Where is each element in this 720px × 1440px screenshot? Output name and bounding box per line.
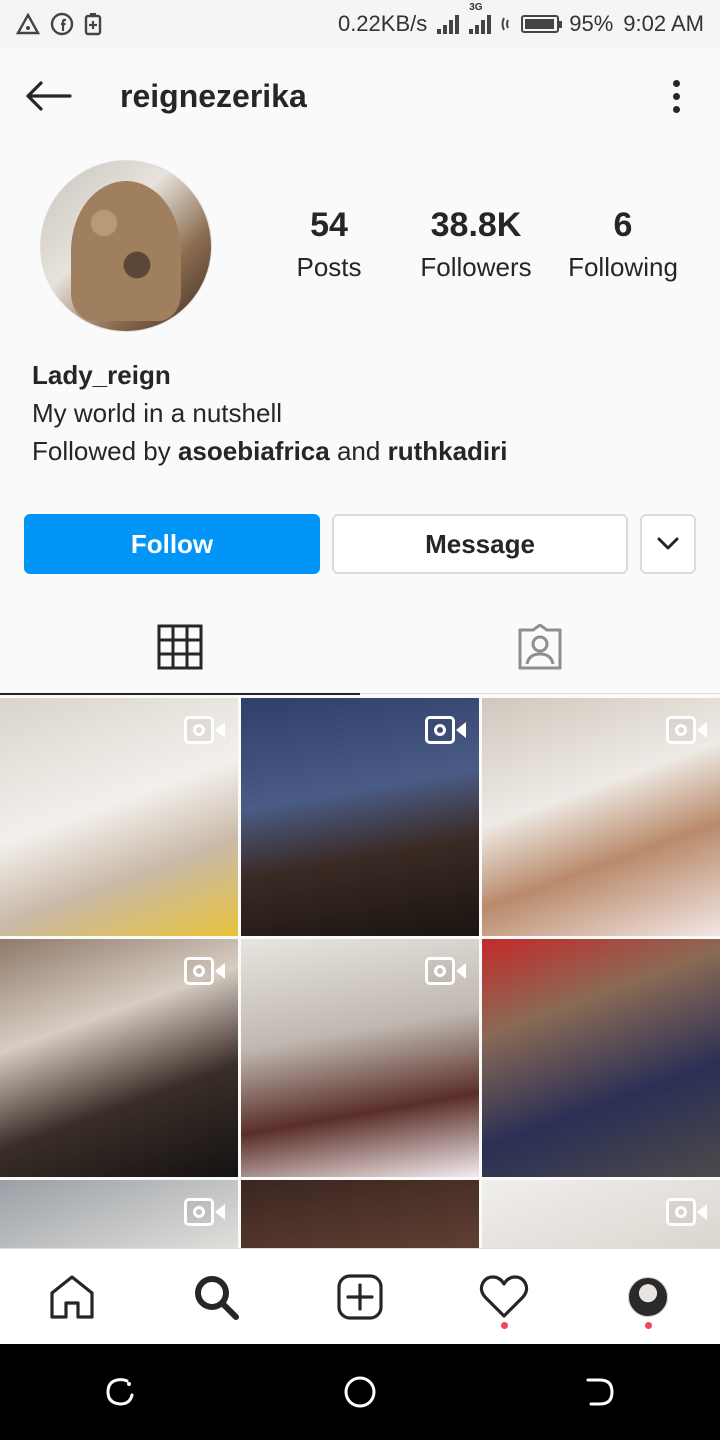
post-thumbnail[interactable] [241,698,479,936]
stat-posts-count: 54 [310,206,348,244]
video-camera-icon [425,957,467,985]
stat-posts[interactable]: 54 Posts [256,205,402,289]
recents-icon [106,1378,134,1406]
followed-by-user-2[interactable]: ruthkadiri [388,436,508,466]
video-camera-icon [184,957,226,985]
video-camera-icon [425,716,467,744]
suggested-dropdown-button[interactable] [640,514,696,574]
facebook-icon [50,12,74,36]
profile-avatar-small [628,1276,668,1317]
profile-bio: Lady_reign My world in a nutshell Follow… [32,356,692,470]
status-icons-left [16,12,102,36]
video-camera-icon [184,1198,226,1226]
post-thumbnail[interactable] [482,698,720,936]
more-vertical-icon [672,79,680,87]
signal-3g-icon: 3G [469,2,492,34]
followed-by[interactable]: Followed by asoebiafrica and ruthkadiri [32,432,692,470]
battery-icon [521,15,563,33]
signal-icon [437,14,460,34]
stat-following-count: 6 [613,206,633,244]
video-camera-icon [666,716,708,744]
clock: 9:02 AM [623,11,704,36]
profile-username: reignezerika [120,77,307,114]
recents-button[interactable] [80,1352,160,1432]
post-thumbnail[interactable] [0,698,238,936]
post-thumbnail[interactable] [482,939,720,1177]
heart-icon [479,1274,529,1318]
stat-followers-count: 38.8K [430,206,522,244]
circle-home-icon [344,1376,376,1408]
alert-triangle-icon [16,13,40,35]
network-speed: 0.22KB/s [337,11,428,36]
follow-button[interactable]: Follow [24,514,320,574]
bio-text: My world in a nutshell [32,398,282,428]
stat-followers[interactable]: 38.8K Followers [403,205,549,289]
activity-notification-dot [501,1321,508,1329]
nav-activity[interactable] [464,1257,544,1337]
home-button[interactable] [320,1352,400,1432]
followed-by-and: and [336,436,381,466]
nav-home[interactable] [32,1257,112,1337]
video-camera-icon [184,716,226,744]
stat-followers-label: Followers [420,252,532,282]
avatar-photo [71,181,181,321]
profile-notification-dot [645,1321,652,1329]
tab-tagged[interactable] [360,600,720,694]
back-system-button[interactable] [560,1352,640,1432]
search-icon [195,1275,239,1320]
post-thumbnail[interactable] [482,1180,720,1250]
tagged-icon [518,624,562,670]
screen: 0.22KB/s 3G 95% 9:02 AM reignezerika 54 … [0,0,720,1440]
back-button[interactable] [24,72,72,120]
system-navigation-bar [0,1344,720,1440]
nav-new-post[interactable] [320,1257,400,1337]
post-thumbnail[interactable] [0,1180,238,1250]
stat-posts-label: Posts [296,252,362,282]
tab-grid[interactable] [0,600,360,695]
vibrate-icon [501,17,510,31]
video-camera-icon [666,1198,708,1226]
posts-grid [0,698,720,1250]
profile-header: reignezerika [0,48,720,144]
profile-tabs [0,600,720,695]
bottom-navigation [0,1248,720,1344]
nav-profile[interactable] [608,1257,688,1337]
battery-fill [525,19,554,29]
profile-stats: 54 Posts 38.8K Followers 6 Following [256,205,696,289]
grid-icon [157,624,203,670]
nav-search[interactable] [176,1257,256,1337]
profile-avatar[interactable] [40,160,212,332]
battery-percent: 95% [569,11,614,36]
message-button[interactable]: Message [332,514,628,574]
status-icons-right: 0.22KB/s 3G 95% 9:02 AM [337,2,704,37]
home-icon [50,1274,94,1319]
status-bar: 0.22KB/s 3G 95% 9:02 AM [0,0,720,48]
post-thumbnail[interactable] [0,939,238,1177]
battery-saver-icon [84,13,102,36]
more-options-button[interactable] [656,72,696,120]
post-thumbnail[interactable] [241,1180,479,1250]
stat-following-label: Following [568,252,678,282]
profile-actions: Follow Message [24,514,696,574]
arrow-left-icon [26,81,72,111]
back-system-icon [586,1378,614,1406]
chevron-down-icon [657,537,679,550]
network-type: 3G [469,2,483,13]
add-post-icon [337,1273,383,1320]
stat-following[interactable]: 6 Following [550,205,696,289]
display-name: Lady_reign [32,360,171,390]
followed-by-user-1[interactable]: asoebiafrica [178,436,330,466]
post-thumbnail[interactable] [241,939,479,1177]
followed-by-prefix: Followed by [32,436,171,466]
